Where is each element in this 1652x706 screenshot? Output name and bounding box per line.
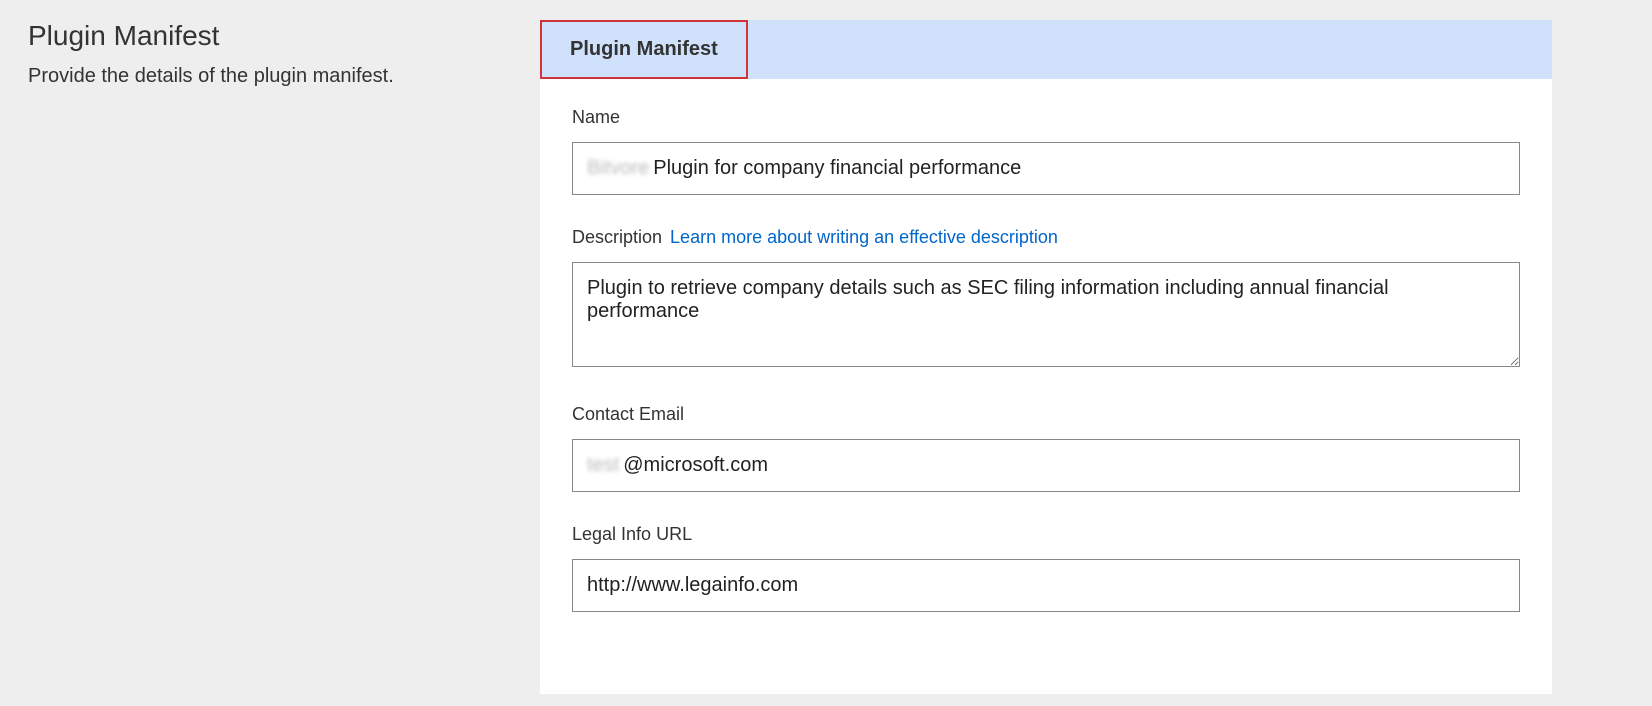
description-help-link[interactable]: Learn more about writing an effective de… — [670, 227, 1058, 248]
name-label: Name — [572, 107, 1520, 128]
description-textarea[interactable] — [572, 262, 1520, 367]
contact-email-value: @microsoft.com — [623, 454, 1505, 477]
form-group-name: Name Bitvore Plugin for company financia… — [572, 107, 1520, 195]
description-label: Description — [572, 227, 662, 248]
name-input[interactable]: Bitvore Plugin for company financial per… — [572, 142, 1520, 195]
contact-email-label: Contact Email — [572, 404, 1520, 425]
form-panel: Name Bitvore Plugin for company financia… — [540, 79, 1552, 694]
form-group-contact-email: Contact Email test @microsoft.com — [572, 404, 1520, 492]
page-title: Plugin Manifest — [28, 20, 512, 52]
contact-email-input[interactable]: test @microsoft.com — [572, 439, 1520, 492]
name-blurred-prefix: Bitvore — [587, 157, 649, 180]
main-panel: Plugin Manifest Name Bitvore Plugin for … — [540, 0, 1652, 706]
form-group-description: Description Learn more about writing an … — [572, 227, 1520, 372]
tab-plugin-manifest[interactable]: Plugin Manifest — [540, 20, 748, 79]
name-value: Plugin for company financial performance — [653, 157, 1505, 180]
form-group-legal-info-url: Legal Info URL — [572, 524, 1520, 612]
sidebar: Plugin Manifest Provide the details of t… — [0, 0, 540, 706]
tab-bar: Plugin Manifest — [540, 20, 1552, 79]
contact-email-blurred-prefix: test — [587, 454, 619, 477]
legal-info-url-input[interactable] — [572, 559, 1520, 612]
legal-info-url-label: Legal Info URL — [572, 524, 1520, 545]
page-subtitle: Provide the details of the plugin manife… — [28, 62, 512, 90]
